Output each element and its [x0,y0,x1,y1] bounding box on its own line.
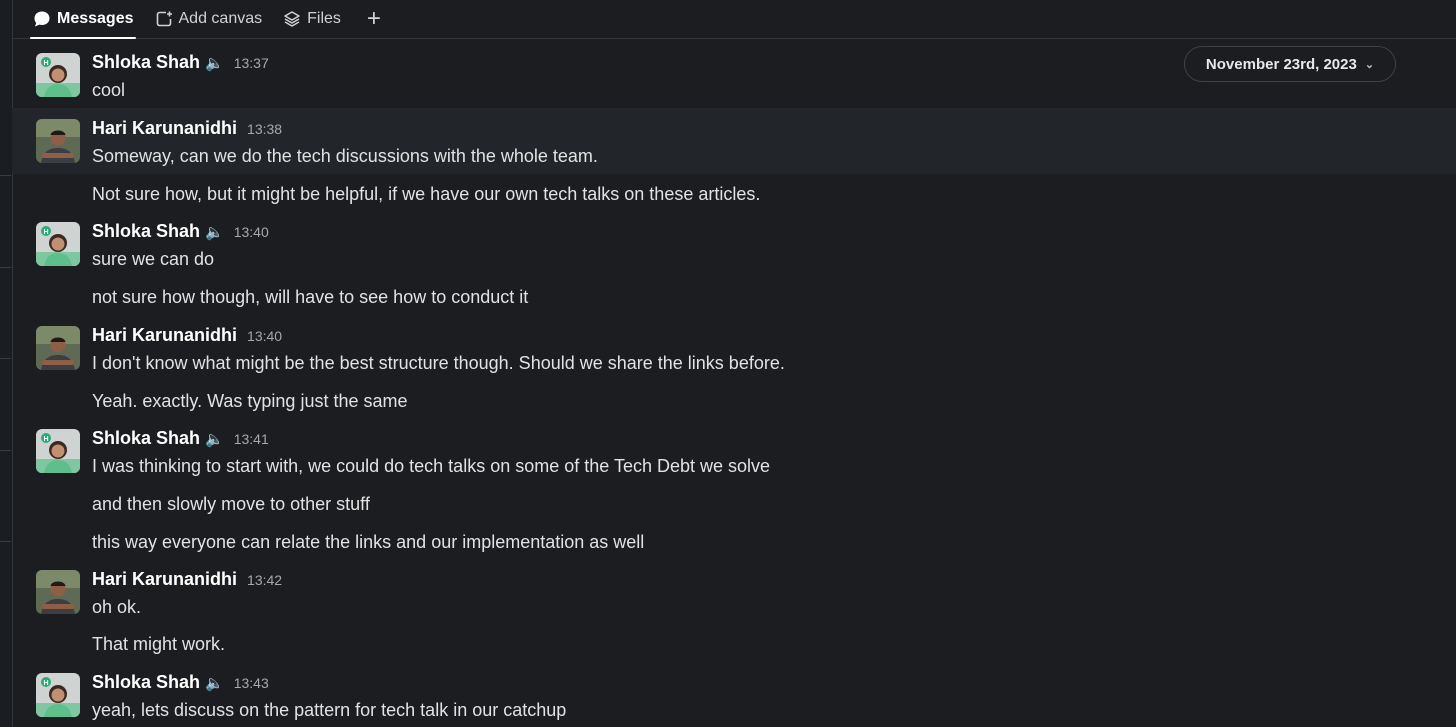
canvas-icon [154,9,174,29]
timestamp[interactable]: 13:38 [247,121,282,137]
avatar-shloka[interactable]: H [36,429,80,473]
timestamp[interactable]: 13:43 [234,675,269,691]
svg-text:H: H [43,229,48,236]
message-group[interactable]: H Shloka Shah 🔈 13:40 sure we can do [12,212,1456,278]
message-text: I don't know what might be the best stru… [92,353,785,373]
avatar-hari[interactable] [36,570,80,614]
speaker-icon: 🔈 [205,431,224,448]
message-continuation[interactable]: not sure how though, will have to see ho… [12,278,1456,316]
author-name[interactable]: Shloka Shah [92,52,200,73]
message-continuation[interactable]: this way everyone can relate the links a… [12,523,1456,561]
chat-bubble-icon [32,9,52,29]
message-text: and then slowly move to other stuff [92,494,370,514]
avatar-shloka[interactable]: H [36,53,80,97]
svg-text:H: H [43,436,48,443]
speaker-icon: 🔈 [205,224,224,241]
message-text: sure we can do [92,249,215,269]
message-continuation[interactable]: Yeah. exactly. Was typing just the same [12,382,1456,420]
message-group[interactable]: Hari Karunanidhi 13:42 oh ok. [12,561,1456,627]
author-name[interactable]: Shloka Shah [92,428,200,449]
message-continuation[interactable]: That might work. [12,626,1456,664]
message-text: I was thinking to start with, we could d… [92,456,771,476]
author-name[interactable]: Hari Karunanidhi [92,325,237,346]
tab-bar: Messages Add canvas Files + [12,0,1456,39]
message-text: Not sure how, but it might be helpful, i… [92,184,761,204]
avatar-hari[interactable] [36,119,80,163]
message-group[interactable]: H Shloka Shah 🔈 13:41 I was thinking to … [12,419,1456,485]
avatar-shloka[interactable]: H [36,673,80,717]
message-group[interactable]: Hari Karunanidhi 13:38 Someway, can we d… [12,108,1456,174]
message-text: this way everyone can relate the links a… [92,532,645,552]
speaker-icon: 🔈 [205,55,224,72]
timestamp[interactable]: 13:40 [234,224,269,240]
message-text: Someway, can we do the tech discussions … [92,146,598,166]
tab-add-canvas[interactable]: Add canvas [154,0,263,38]
tab-label: Files [307,10,341,27]
timestamp[interactable]: 13:42 [247,572,282,588]
timestamp[interactable]: 13:41 [234,431,269,447]
message-text: oh ok. [92,597,142,617]
svg-text:H: H [43,60,48,67]
tab-files[interactable]: Files [282,0,341,38]
tab-label: Add canvas [178,10,263,27]
message-text: yeah, lets discuss on the pattern for te… [92,700,567,720]
speaker-icon: 🔈 [205,675,224,692]
message-group[interactable]: H Shloka Shah 🔈 13:43 yeah, lets discuss… [12,664,1456,727]
author-name[interactable]: Shloka Shah [92,672,200,693]
message-text: That might work. [92,634,226,654]
svg-text:H: H [43,680,48,687]
message-text: cool [92,80,126,100]
avatar-hari[interactable] [36,326,80,370]
message-group[interactable]: Hari Karunanidhi 13:40 I don't know what… [12,316,1456,382]
tab-label: Messages [57,10,134,27]
author-name[interactable]: Hari Karunanidhi [92,118,237,139]
timestamp[interactable]: 13:40 [247,328,282,344]
avatar-shloka[interactable]: H [36,222,80,266]
message-continuation[interactable]: Not sure how, but it might be helpful, i… [12,174,1456,214]
message-text: not sure how though, will have to see ho… [92,287,529,307]
message-group[interactable]: H Shloka Shah 🔈 13:37 cool [12,42,1456,108]
add-tab-button[interactable]: + [367,0,381,38]
timestamp[interactable]: 13:37 [234,55,269,71]
tab-messages[interactable]: Messages [30,0,135,39]
message-continuation[interactable]: and then slowly move to other stuff [12,485,1456,523]
author-name[interactable]: Shloka Shah [92,221,200,242]
author-name[interactable]: Hari Karunanidhi [92,569,237,590]
layers-icon [282,9,302,29]
message-text: Yeah. exactly. Was typing just the same [92,391,408,411]
